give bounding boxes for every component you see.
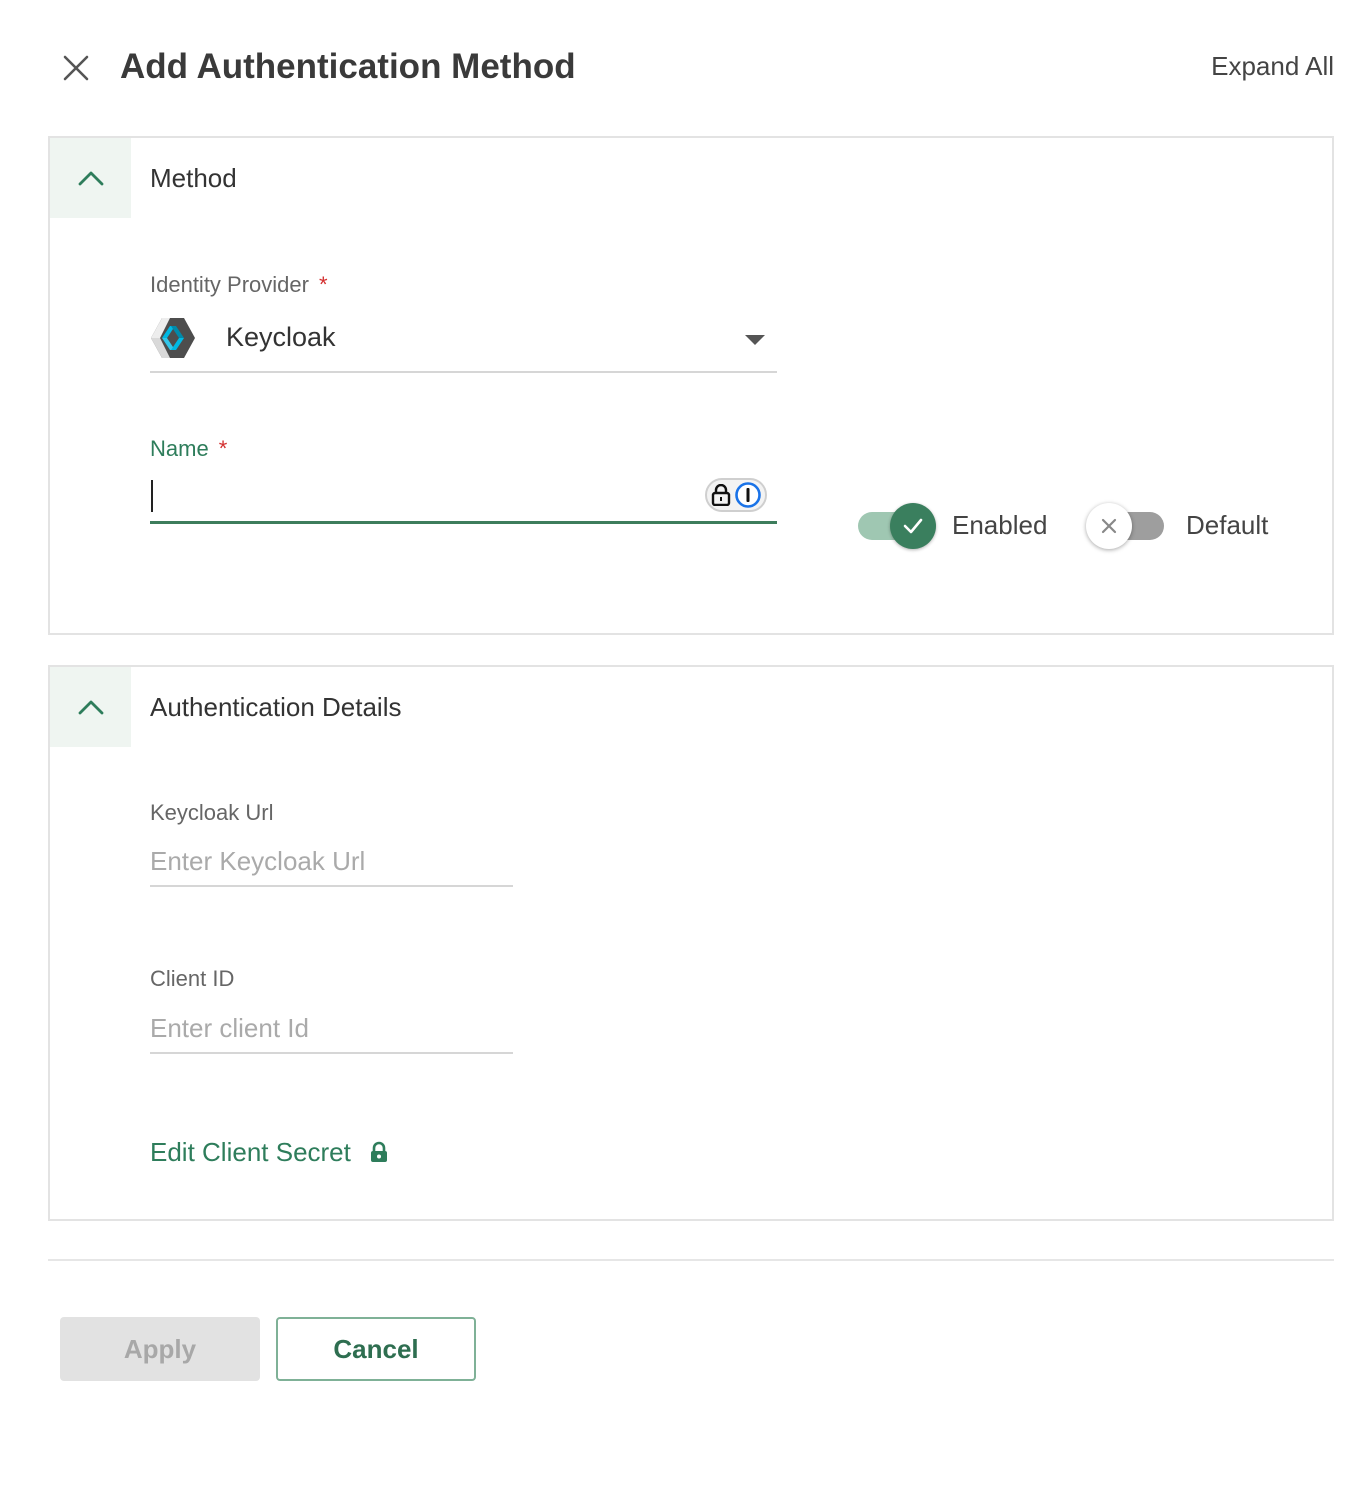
required-mark: * — [318, 272, 328, 297]
check-icon — [903, 518, 923, 534]
password-manager-badge[interactable] — [705, 478, 767, 512]
keycloak-url-placeholder: Enter Keycloak Url — [150, 846, 366, 876]
dialog-header: Add Authentication Method Expand All — [0, 0, 1356, 136]
default-toggle[interactable]: Default — [1086, 503, 1286, 549]
lock-icon — [370, 1141, 387, 1162]
identity-provider-select[interactable]: Keycloak — [150, 305, 777, 373]
x-icon — [1101, 518, 1117, 534]
keycloak-logo-icon — [151, 318, 195, 358]
enabled-label: Enabled — [952, 510, 1048, 540]
1password-icon — [735, 482, 761, 508]
keycloak-url-input[interactable]: Enter Keycloak Url — [150, 835, 513, 887]
identity-provider-label: Identity Provider * — [150, 272, 328, 297]
expand-all-link[interactable]: Expand All — [1211, 48, 1334, 84]
enabled-toggle[interactable]: Enabled — [858, 503, 1058, 549]
close-button[interactable] — [56, 48, 96, 88]
name-input[interactable] — [150, 470, 777, 524]
name-label: Name * — [150, 436, 228, 461]
authentication-details-panel: Authentication Details Keycloak Url Ente… — [48, 665, 1334, 1221]
footer-divider — [48, 1259, 1334, 1261]
required-mark: * — [218, 436, 228, 461]
default-label: Default — [1186, 510, 1269, 540]
edit-client-secret-label: Edit Client Secret — [150, 1137, 351, 1167]
identity-provider-value: Keycloak — [226, 322, 336, 352]
edit-client-secret-link[interactable]: Edit Client Secret — [150, 1134, 389, 1170]
client-id-placeholder: Enter client Id — [150, 1013, 309, 1043]
toggle-knob — [890, 503, 936, 549]
method-panel-title: Method — [150, 163, 237, 193]
method-collapse-button[interactable] — [50, 138, 131, 218]
text-cursor — [151, 480, 153, 512]
client-id-input[interactable]: Enter client Id — [150, 1002, 513, 1054]
chevron-up-icon — [78, 171, 103, 186]
auth-details-panel-title: Authentication Details — [150, 692, 402, 722]
cancel-button[interactable]: Cancel — [276, 1317, 476, 1381]
auth-details-collapse-button[interactable] — [50, 667, 131, 747]
apply-button[interactable]: Apply — [60, 1317, 260, 1381]
chevron-down-icon — [745, 335, 765, 345]
lock-icon — [711, 484, 731, 506]
method-panel: Method Identity Provider * Keycloak Name * — [48, 136, 1334, 635]
toggle-knob — [1086, 503, 1132, 549]
keycloak-url-label: Keycloak Url — [150, 800, 274, 825]
chevron-up-icon — [78, 700, 103, 715]
page-title: Add Authentication Method — [120, 47, 576, 86]
close-icon — [63, 55, 89, 81]
client-id-label: Client ID — [150, 966, 235, 991]
